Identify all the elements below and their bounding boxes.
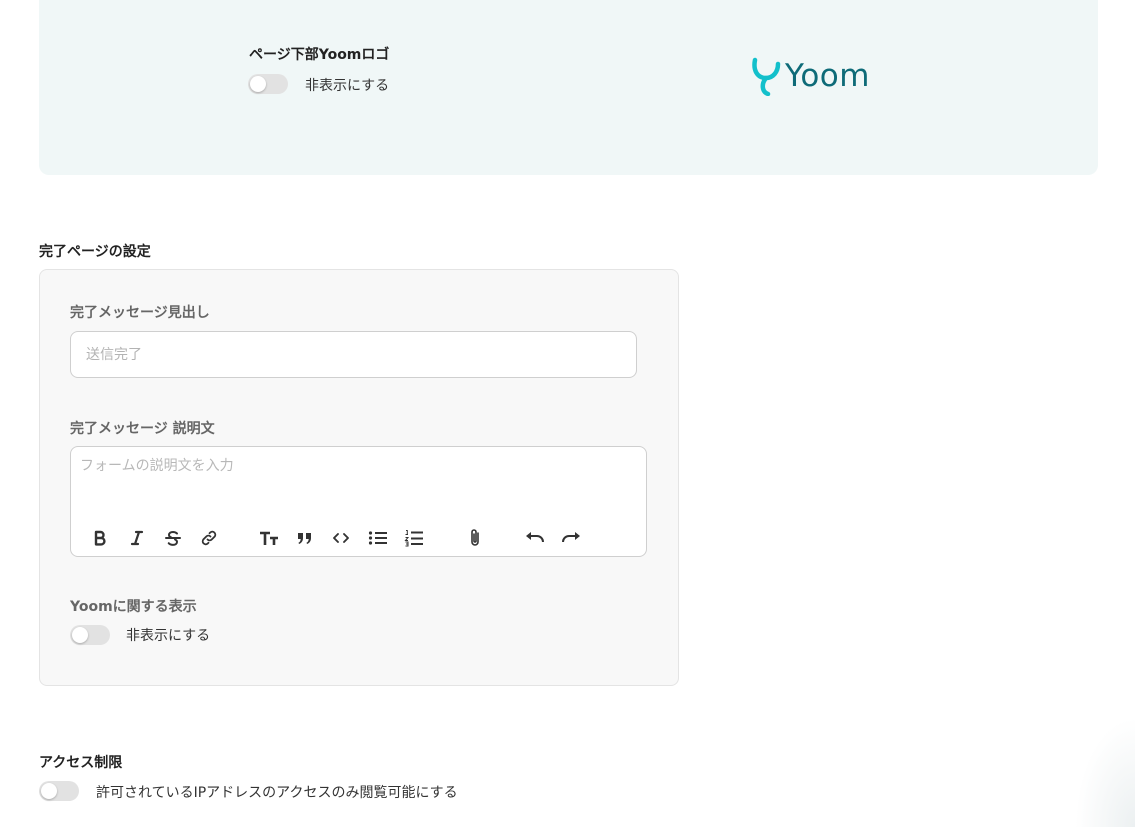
- footer-logo-panel: [39, 0, 1098, 175]
- code-button[interactable]: [329, 527, 353, 549]
- footer-logo-title: ページ下部Yoomロゴ: [249, 47, 390, 63]
- footer-logo-hide-label: 非表示にする: [305, 78, 390, 94]
- complete-description-label: 完了メッセージ 説明文: [70, 421, 215, 437]
- corner-shadow: [1075, 717, 1135, 827]
- yoom-display-label: Yoomに関する表示: [70, 599, 197, 615]
- complete-heading-label: 完了メッセージ見出し: [70, 305, 210, 321]
- quote-icon: [298, 533, 311, 544]
- italic-button[interactable]: [125, 527, 149, 549]
- toggle-knob: [250, 76, 266, 92]
- yoom-display-hide-toggle[interactable]: [70, 625, 110, 645]
- strikethrough-icon: [165, 530, 181, 546]
- link-button[interactable]: [197, 527, 221, 549]
- editor-placeholder: フォームの説明文を入力: [80, 458, 234, 474]
- redo-icon: [562, 532, 580, 543]
- ip-restrict-toggle[interactable]: [39, 781, 79, 801]
- italic-icon: [130, 530, 144, 546]
- bold-icon: [94, 530, 106, 546]
- yoom-logo: Yoom: [751, 56, 870, 96]
- ip-restrict-label: 許可されているIPアドレスのアクセスのみ閲覧可能にする: [96, 785, 458, 801]
- yoom-display-hide-label: 非表示にする: [126, 628, 211, 644]
- link-icon: [201, 530, 217, 546]
- code-icon: [333, 533, 349, 543]
- yoom-logo-word: Yoom: [785, 58, 870, 94]
- yoom-mark-icon: [752, 57, 781, 96]
- bold-button[interactable]: [88, 527, 112, 549]
- quote-button[interactable]: [293, 527, 317, 549]
- attachment-icon: [471, 529, 479, 546]
- undo-icon: [526, 532, 544, 543]
- heading-icon: [260, 531, 278, 545]
- toggle-knob: [41, 783, 57, 799]
- complete-heading-input[interactable]: [70, 331, 637, 378]
- complete-description-editor[interactable]: フォームの説明文を入力: [70, 446, 647, 557]
- access-section-title: アクセス制限: [39, 755, 123, 771]
- bullet-list-button[interactable]: [366, 527, 390, 549]
- redo-button[interactable]: [559, 527, 583, 549]
- toggle-knob: [72, 627, 88, 643]
- heading-button[interactable]: [257, 527, 281, 549]
- numbered-list-button[interactable]: [402, 527, 426, 549]
- numbered-list-icon: [404, 530, 423, 547]
- strikethrough-button[interactable]: [161, 527, 185, 549]
- attachment-button[interactable]: [463, 527, 487, 549]
- bullet-list-icon: [368, 531, 387, 545]
- undo-button[interactable]: [523, 527, 547, 549]
- complete-page-section-title: 完了ページの設定: [39, 244, 151, 260]
- footer-logo-hide-toggle[interactable]: [248, 74, 288, 94]
